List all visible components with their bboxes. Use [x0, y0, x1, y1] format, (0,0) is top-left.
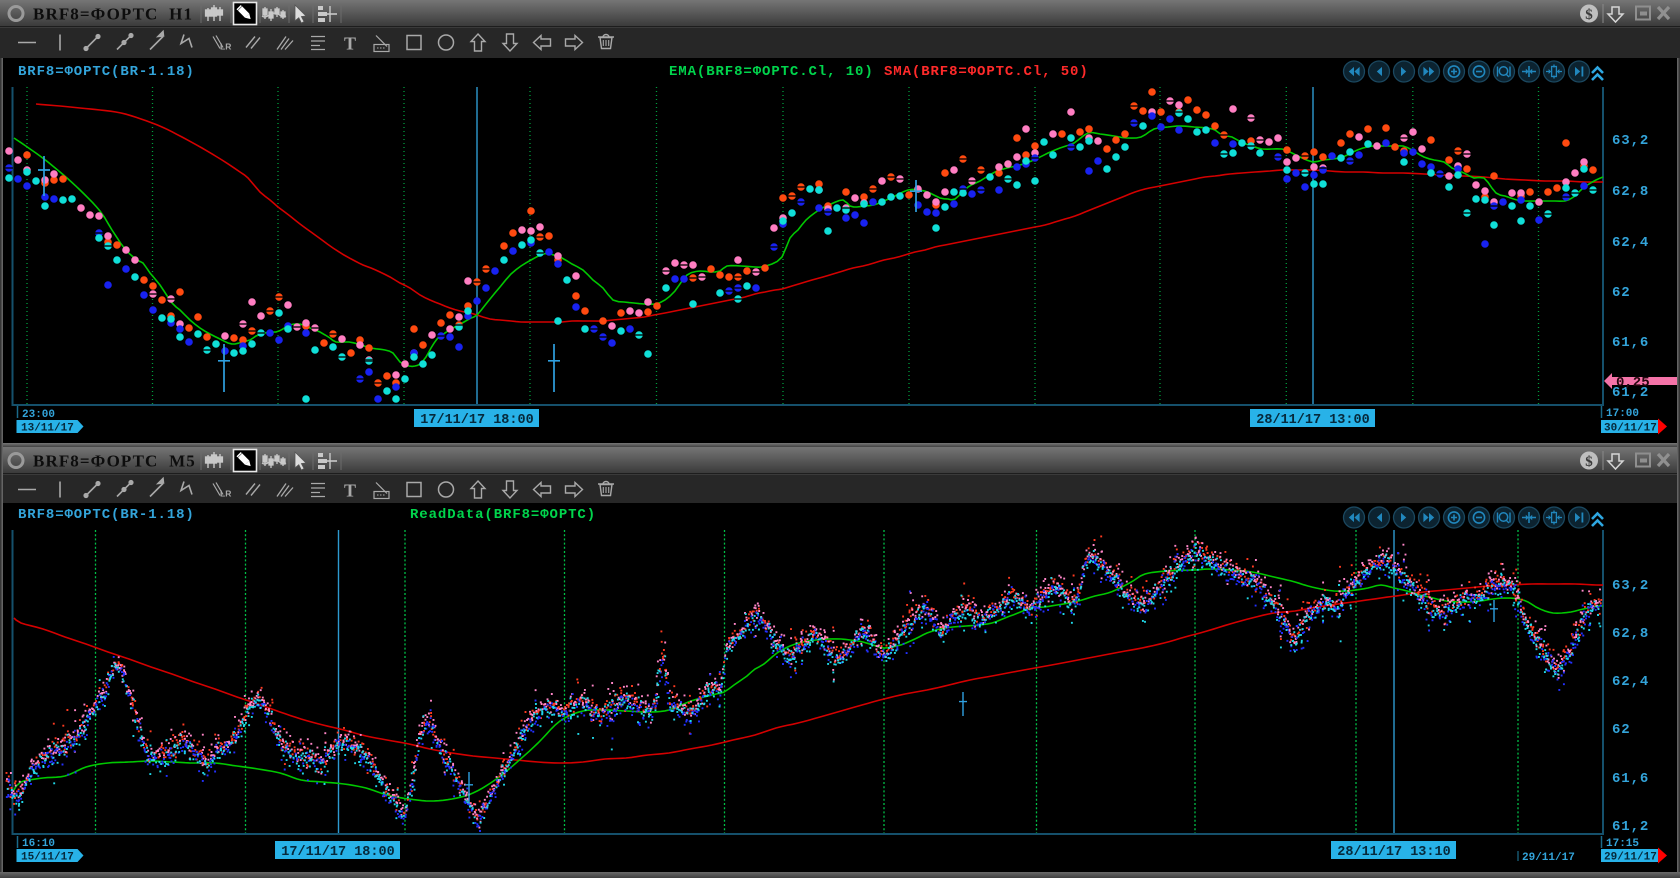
svg-text:62,8: 62,8	[1612, 626, 1649, 642]
svg-text:13/11/17: 13/11/17	[21, 423, 74, 435]
svg-text:28/11/17 13:10: 28/11/17 13:10	[1337, 845, 1450, 860]
svg-text:BRF8=ФОРТС(BR-1.18): BRF8=ФОРТС(BR-1.18)	[18, 507, 195, 523]
svg-text:T: T	[344, 34, 356, 54]
svg-text:BRF8=ФОРТС(BR-1.18): BRF8=ФОРТС(BR-1.18)	[18, 64, 195, 80]
svg-text:61,2: 61,2	[1612, 819, 1649, 835]
svg-text:LR: LR	[220, 42, 231, 52]
svg-text:17:15: 17:15	[1606, 838, 1639, 850]
svg-text:BRF8=ФОРТС M5: BRF8=ФОРТС M5	[33, 452, 196, 471]
svg-text:EMA(BRF8=ФОРТС.Cl, 10): EMA(BRF8=ФОРТС.Cl, 10)	[669, 64, 874, 80]
svg-text:17/11/17 18:00: 17/11/17 18:00	[281, 845, 394, 860]
svg-text:62,4: 62,4	[1612, 674, 1649, 690]
svg-text:15/11/17: 15/11/17	[21, 852, 74, 864]
svg-text:LR: LR	[220, 489, 231, 499]
svg-text:ReadData(BRF8=ФОРТС): ReadData(BRF8=ФОРТС)	[410, 507, 596, 523]
svg-text:17/11/17 18:00: 17/11/17 18:00	[420, 413, 533, 428]
svg-text:62: 62	[1612, 285, 1631, 301]
svg-text:62: 62	[1612, 722, 1631, 738]
svg-text:30/11/17: 30/11/17	[1604, 423, 1657, 435]
svg-text:62,8: 62,8	[1612, 184, 1649, 200]
svg-text:28/11/17 13:00: 28/11/17 13:00	[1256, 413, 1369, 428]
svg-text:61,6: 61,6	[1612, 335, 1649, 351]
svg-text:61,6: 61,6	[1612, 771, 1649, 787]
svg-text:0,25: 0,25	[1616, 375, 1650, 391]
svg-text:62,4: 62,4	[1612, 235, 1649, 251]
svg-text:63,2: 63,2	[1612, 133, 1649, 149]
svg-text:BRF8=ФОРТС H1: BRF8=ФОРТС H1	[33, 5, 193, 24]
svg-text:T: T	[344, 481, 356, 501]
svg-text:$: $	[1585, 454, 1593, 470]
svg-text:23:00: 23:00	[22, 409, 55, 421]
svg-text:$: $	[1585, 7, 1593, 23]
svg-text:17:00: 17:00	[1606, 408, 1639, 420]
svg-text:SMA(BRF8=ФОРТС.Cl, 50): SMA(BRF8=ФОРТС.Cl, 50)	[884, 64, 1089, 80]
svg-text:29/11/17: 29/11/17	[1522, 852, 1575, 864]
svg-text:29/11/17: 29/11/17	[1604, 852, 1657, 864]
svg-text:63,2: 63,2	[1612, 578, 1649, 594]
svg-text:16:10: 16:10	[22, 838, 55, 850]
